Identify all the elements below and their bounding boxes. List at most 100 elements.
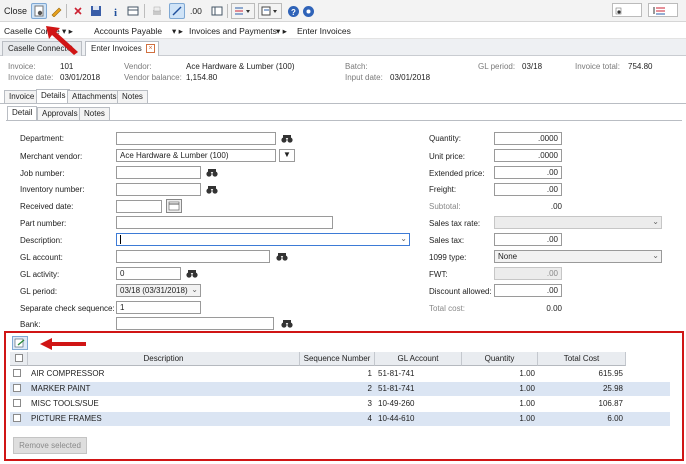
- tab-approvals[interactable]: Approvals: [37, 107, 83, 120]
- breadcrumb-accounts-payable[interactable]: Accounts Payable: [94, 26, 162, 36]
- summary-gl-period-label: GL period:: [478, 62, 516, 71]
- unit-price-label: Unit price:: [429, 152, 466, 161]
- quantity-label: Quantity:: [429, 134, 462, 143]
- discount-field[interactable]: .00: [494, 284, 562, 297]
- column-total-cost[interactable]: Total Cost: [538, 352, 626, 366]
- binoculars-icon[interactable]: [275, 250, 288, 263]
- gl-activity-field[interactable]: 0: [116, 267, 181, 280]
- grid-icon[interactable]: [125, 3, 141, 19]
- info-icon[interactable]: i: [108, 3, 124, 19]
- help-icon[interactable]: ?: [285, 3, 301, 19]
- tab-enter-invoices[interactable]: Enter Invoices ×: [85, 41, 159, 56]
- freight-field[interactable]: .00: [494, 183, 562, 196]
- close-tab-icon[interactable]: ×: [146, 44, 155, 53]
- quantity-field[interactable]: .0000: [494, 132, 562, 145]
- department-field[interactable]: [116, 132, 276, 145]
- binoculars-icon[interactable]: [280, 132, 293, 145]
- separate-check-field[interactable]: 1: [116, 301, 201, 314]
- invoice-total-label: Invoice total:: [575, 62, 620, 71]
- freight-label: Freight:: [429, 185, 457, 194]
- svg-text:i: i: [114, 7, 117, 17]
- calculator-icon[interactable]: [169, 3, 185, 19]
- row-sequence: 1: [367, 369, 372, 378]
- fwt-field[interactable]: .00: [494, 267, 562, 280]
- job-number-field[interactable]: [116, 166, 201, 179]
- gl-account-label: GL account:: [20, 253, 63, 262]
- column-gl-account[interactable]: GL Account: [375, 352, 462, 366]
- chevron-down-icon[interactable]: ⌄: [400, 234, 407, 243]
- detail-grid-highlight: [4, 331, 684, 461]
- row-checkbox[interactable]: [10, 382, 28, 396]
- select-all-checkbox[interactable]: [10, 352, 28, 366]
- merchant-vendor-dropdown-icon[interactable]: ▼: [279, 149, 295, 162]
- invoice-label: Invoice:: [8, 62, 36, 71]
- list-dropdown-icon[interactable]: [231, 3, 255, 19]
- row-checkbox[interactable]: [10, 397, 28, 411]
- total-cost-label: Total cost:: [429, 304, 466, 313]
- inventory-number-field[interactable]: [116, 183, 201, 196]
- report-dropdown-icon[interactable]: [258, 3, 282, 19]
- remove-selected-button[interactable]: Remove selected: [13, 437, 87, 454]
- table-row[interactable]: AIR COMPRESSOR 1 51-81-741 1.00 615.95: [10, 367, 670, 381]
- row-gl-account: 51-81-741: [378, 369, 415, 378]
- table-row[interactable]: MARKER PAINT 2 51-81-741 1.00 25.98: [10, 382, 670, 396]
- received-date-field[interactable]: [116, 200, 162, 213]
- table-row[interactable]: PICTURE FRAMES 4 10-44-610 1.00 6.00: [10, 412, 670, 426]
- vendor-value: Ace Hardware & Lumber (100): [186, 62, 295, 71]
- binoculars-icon[interactable]: [205, 166, 218, 179]
- column-quantity[interactable]: Quantity: [462, 352, 538, 366]
- gl-period-select[interactable]: 03/18 (03/31/2018) ⌄: [116, 284, 201, 297]
- save-icon[interactable]: [88, 3, 104, 19]
- unit-price-field[interactable]: .0000: [494, 149, 562, 162]
- binoculars-icon[interactable]: [185, 267, 198, 280]
- column-sequence-number[interactable]: Sequence Number: [300, 352, 375, 366]
- chevron-down-icon[interactable]: ⌄: [191, 285, 198, 294]
- table-row[interactable]: MISC TOOLS/SUE 3 10-49-260 1.00 106.87: [10, 397, 670, 411]
- delete-icon[interactable]: [70, 3, 86, 19]
- merchant-vendor-label: Merchant vendor:: [20, 152, 83, 161]
- tab-detail-notes[interactable]: Notes: [79, 107, 110, 120]
- binoculars-icon[interactable]: [205, 183, 218, 196]
- flag-selector[interactable]: [648, 3, 678, 17]
- print-icon[interactable]: [149, 3, 165, 19]
- settings-icon[interactable]: [300, 3, 316, 19]
- chevron-down-icon[interactable]: ⌄: [652, 251, 659, 260]
- close-button[interactable]: Close: [4, 3, 27, 19]
- extended-price-field[interactable]: .00: [494, 166, 562, 179]
- row-quantity: 1.00: [519, 399, 535, 408]
- department-label: Department:: [20, 134, 65, 143]
- invoice-summary: Invoice: 101 Invoice date: 03/01/2018 Ve…: [0, 57, 686, 87]
- row-gl-account: 10-44-610: [378, 414, 415, 423]
- new-icon[interactable]: [31, 3, 47, 19]
- tab-invoice[interactable]: Invoice: [4, 90, 40, 103]
- binoculars-icon[interactable]: [280, 317, 293, 330]
- breadcrumb-invoices-payments[interactable]: Invoices and Payments: [189, 26, 277, 36]
- columns-icon[interactable]: [209, 3, 225, 19]
- row-checkbox[interactable]: [10, 412, 28, 426]
- received-date-label: Received date:: [20, 202, 74, 211]
- invoice-total-value: 754.80: [628, 62, 653, 71]
- part-number-field[interactable]: [116, 216, 333, 229]
- total-cost-value: 0.00: [546, 304, 562, 313]
- chevron-down-icon[interactable]: ⌄: [652, 217, 659, 226]
- view-selector[interactable]: [612, 3, 642, 17]
- gl-account-field[interactable]: [116, 250, 270, 263]
- calendar-icon[interactable]: [166, 199, 182, 213]
- row-checkbox[interactable]: [10, 367, 28, 381]
- sales-tax-field[interactable]: .00: [494, 233, 562, 246]
- edit-pencil-icon[interactable]: [48, 3, 64, 19]
- merchant-vendor-field[interactable]: Ace Hardware & Lumber (100): [116, 149, 276, 162]
- part-number-label: Part number:: [20, 219, 67, 228]
- fwt-label: FWT:: [429, 270, 448, 279]
- tab-details[interactable]: Details: [36, 89, 71, 103]
- tab-detail[interactable]: Detail: [7, 106, 38, 120]
- tab-attachments[interactable]: Attachments: [67, 90, 122, 103]
- decimal-toggle[interactable]: .00: [190, 3, 202, 19]
- sales-tax-rate-select[interactable]: ⌄: [494, 216, 662, 229]
- add-detail-icon[interactable]: [12, 336, 28, 350]
- description-field[interactable]: ⌄: [116, 233, 410, 246]
- type-1099-select[interactable]: None ⌄: [494, 250, 662, 263]
- tab-notes[interactable]: Notes: [117, 90, 148, 103]
- bank-field[interactable]: [116, 317, 274, 330]
- column-description[interactable]: Description: [28, 352, 300, 366]
